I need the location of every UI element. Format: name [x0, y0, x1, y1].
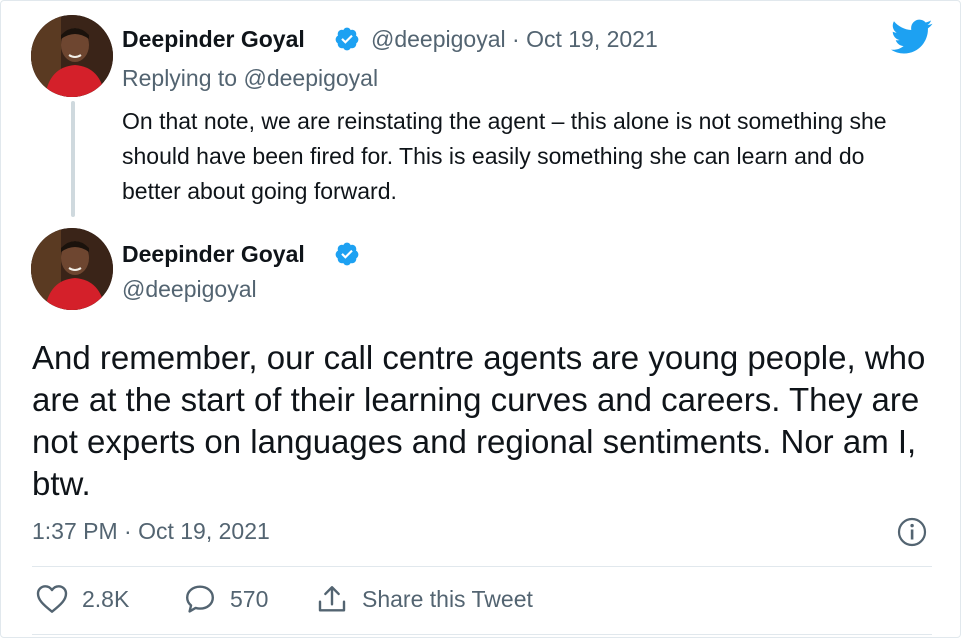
tweet-date[interactable]: Oct 19, 2021	[526, 26, 658, 52]
avatar[interactable]	[31, 228, 113, 310]
separator: ·	[505, 26, 527, 52]
author-handle[interactable]: @deepigoyal	[371, 26, 506, 52]
reply-count: 570	[230, 585, 269, 612]
handle-and-date: @deepigoyal · Oct 19, 2021	[371, 26, 658, 53]
tweet-card: Deepinder Goyal @deepigoyal · Oct 19, 20…	[0, 0, 961, 638]
divider	[32, 566, 932, 567]
share-button[interactable]: Share this Tweet	[316, 584, 533, 614]
replying-to-prefix: Replying to	[122, 65, 244, 91]
share-icon	[318, 586, 346, 612]
avatar-image	[31, 228, 113, 310]
avatar[interactable]	[31, 15, 113, 97]
share-label: Share this Tweet	[362, 585, 533, 612]
author-handle[interactable]: @deepigoyal	[122, 276, 257, 303]
verified-badge-icon	[335, 242, 359, 266]
heart-icon	[36, 585, 68, 613]
author-name[interactable]: Deepinder Goyal	[122, 241, 305, 268]
replying-to: Replying to @deepigoyal	[122, 65, 378, 92]
author-name[interactable]: Deepinder Goyal	[122, 26, 305, 53]
avatar-image	[31, 15, 113, 97]
thread-connector-line	[71, 101, 75, 217]
divider	[32, 634, 932, 635]
tweet-timestamp[interactable]: 1:37 PM · Oct 19, 2021	[32, 518, 270, 545]
like-button[interactable]: 2.8K	[36, 584, 129, 614]
reply-button[interactable]: 570	[184, 584, 268, 614]
speech-bubble-icon	[186, 585, 214, 613]
like-count: 2.8K	[82, 585, 130, 612]
main-tweet-text: And remember, our call centre agents are…	[32, 339, 926, 502]
info-icon[interactable]	[896, 516, 928, 548]
verified-badge-icon	[335, 27, 359, 51]
replying-to-handle[interactable]: @deepigoyal	[243, 65, 378, 91]
twitter-bird-icon[interactable]	[891, 19, 933, 55]
reply-tweet-text: On that note, we are reinstating the age…	[122, 108, 887, 204]
